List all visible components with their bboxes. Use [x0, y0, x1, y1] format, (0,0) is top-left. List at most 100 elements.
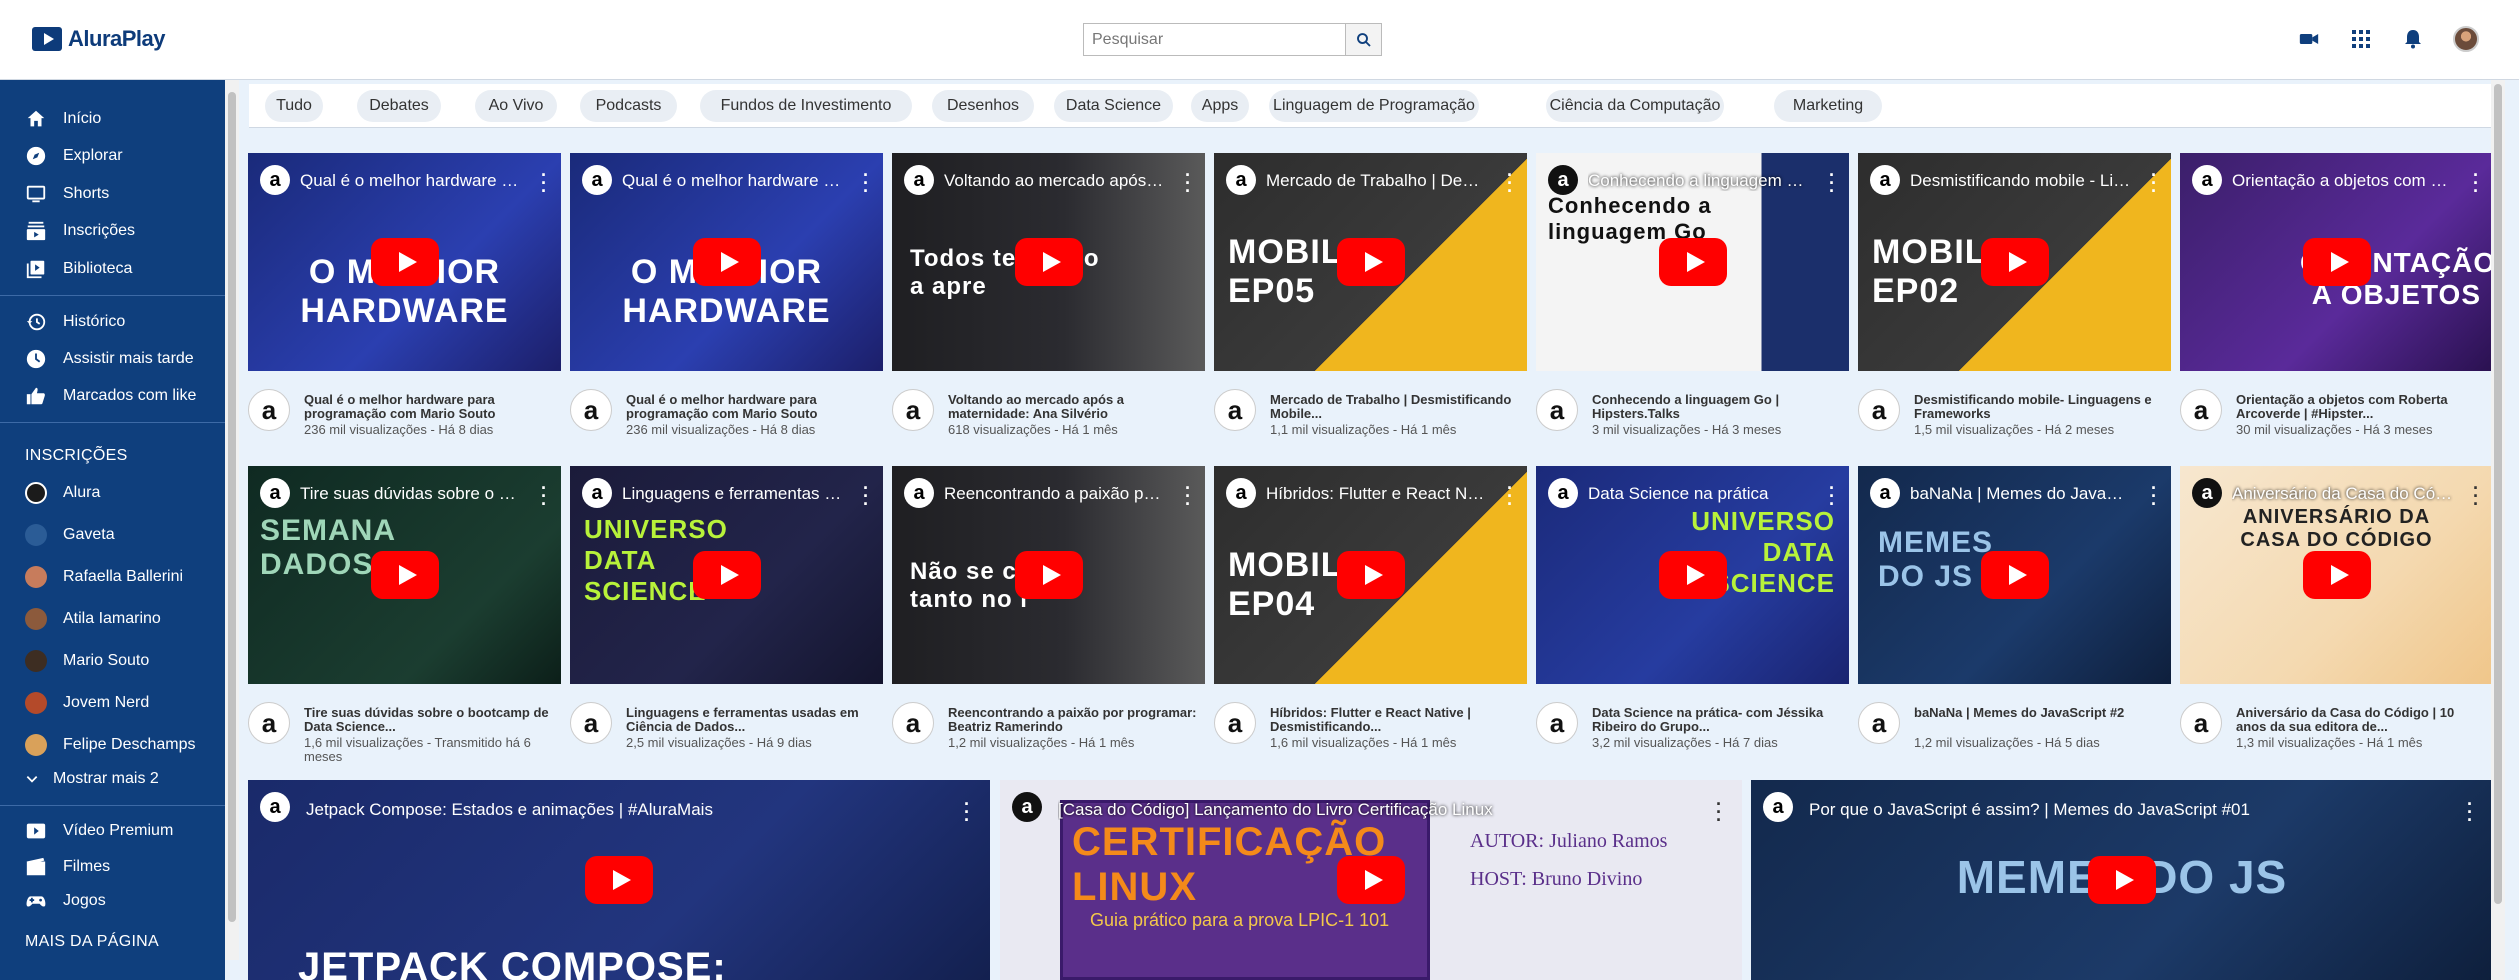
subscription-jovem-nerd[interactable]: Jovem Nerd [25, 692, 149, 714]
chip-debates[interactable]: Debates [357, 90, 441, 122]
video-card[interactable]: Todos tem algo a apre a Voltando ao merc… [892, 153, 1205, 463]
video-card[interactable]: MOBILE EP04 a Híbridos: Flutter e React … [1214, 466, 1527, 776]
video-card[interactable]: ANIVERSÁRIO DA CASA DO CÓDIGO a Aniversá… [2180, 466, 2493, 776]
user-avatar[interactable] [2453, 26, 2479, 52]
subscription-atila-iamarino[interactable]: Atila Iamarino [25, 608, 161, 630]
video-thumbnail[interactable]: UNIVERSO DATA SCIENCE a Data Science na … [1536, 466, 1849, 684]
channel-avatar[interactable]: a [570, 389, 612, 431]
play-icon[interactable] [1980, 238, 2049, 286]
more-options-icon[interactable]: · · · [2151, 166, 2157, 200]
more-options-icon[interactable]: · · · [1829, 479, 1835, 513]
show-more-button[interactable]: Mostrar mais 2 [25, 770, 159, 788]
video-title[interactable]: Qual é o melhor hardware para programaçã… [304, 393, 554, 421]
video-thumbnail[interactable]: MEMES DO JS a baNaNa | Memes do JavaScri… [1858, 466, 2171, 684]
video-title[interactable]: Híbridos: Flutter e React Native | Desmi… [1270, 706, 1520, 734]
sidebar-item-jogos[interactable]: Jogos [25, 890, 106, 912]
more-options-icon[interactable]: · · · [541, 166, 547, 200]
more-options-icon[interactable]: · · · [964, 795, 970, 829]
apps-grid-icon[interactable] [2349, 27, 2373, 51]
chip-linguagem-de-programacao[interactable]: Linguagem de Programação [1269, 90, 1479, 122]
video-thumbnail-wide[interactable]: MEMES DO JS a Por que o JavaScript é ass… [1751, 780, 2493, 980]
more-options-icon[interactable]: · · · [2473, 479, 2479, 513]
video-card[interactable]: SEMANA DADOS a Tire suas dúvidas sobre o… [248, 466, 561, 776]
video-thumbnail[interactable]: MOBILE EP05 a Mercado de Trabalho | Desm… [1214, 153, 1527, 371]
more-options-icon[interactable]: · · · [2467, 795, 2473, 829]
video-title[interactable]: baNaNa | Memes do JavaScript #2 [1914, 706, 2164, 720]
video-thumbnail[interactable]: SEMANA DADOS a Tire suas dúvidas sobre o… [248, 466, 561, 684]
sidebar-scrollbar[interactable] [225, 80, 239, 960]
more-options-icon[interactable]: · · · [1185, 166, 1191, 200]
video-title[interactable]: Orientação a objetos com Roberta Arcover… [2236, 393, 2486, 421]
video-title[interactable]: Aniversário da Casa do Código | 10 anos … [2236, 706, 2486, 734]
more-options-icon[interactable]: · · · [863, 166, 869, 200]
play-icon[interactable] [1337, 856, 1405, 904]
sidebar-item-assistir-mais-tarde[interactable]: Assistir mais tarde [25, 348, 194, 370]
play-icon[interactable] [370, 551, 439, 599]
video-card[interactable]: O MELHOR HARDWARE a Qual é o melhor hard… [248, 153, 561, 463]
channel-avatar[interactable]: a [2180, 389, 2222, 431]
more-options-icon[interactable]: · · · [863, 479, 869, 513]
chip-podcasts[interactable]: Podcasts [580, 90, 677, 122]
channel-avatar[interactable]: a [1858, 702, 1900, 744]
more-options-icon[interactable]: · · · [1185, 479, 1191, 513]
sidebar-item-marcados-com-like[interactable]: Marcados com like [25, 385, 196, 407]
chip-apps[interactable]: Apps [1191, 90, 1249, 122]
chip-data-science[interactable]: Data Science [1054, 90, 1173, 122]
video-thumbnail[interactable]: ORIENTAÇÃO A OBJETOS a Orientação a obje… [2180, 153, 2493, 371]
play-icon[interactable] [1658, 238, 1727, 286]
more-options-icon[interactable]: · · · [1507, 479, 1513, 513]
channel-avatar[interactable]: a [1536, 389, 1578, 431]
video-title[interactable]: Data Science na prática- com Jéssika Rib… [1592, 706, 1842, 734]
chip-ciencia-da-computacao[interactable]: Ciência da Computação [1546, 90, 1724, 122]
subscription-rafaella-ballerini[interactable]: Rafaella Ballerini [25, 566, 183, 588]
play-icon[interactable] [1658, 551, 1727, 599]
video-card[interactable]: O MELHOR HARDWARE a Qual é o melhor hard… [570, 153, 883, 463]
logo[interactable]: AluraPlay [32, 26, 166, 52]
sidebar-item-explorar[interactable]: Explorar [25, 145, 123, 167]
channel-avatar[interactable]: a [1858, 389, 1900, 431]
subscription-alura[interactable]: Alura [25, 482, 100, 504]
play-icon[interactable] [1014, 551, 1083, 599]
channel-avatar[interactable]: a [892, 702, 934, 744]
video-title[interactable]: Reencontrando a paixão por programar: Be… [948, 706, 1198, 734]
video-card[interactable]: MOBILE EP05 a Mercado de Trabalho | Desm… [1214, 153, 1527, 463]
play-icon[interactable] [2088, 856, 2156, 904]
channel-avatar[interactable]: a [1214, 389, 1256, 431]
channel-avatar[interactable]: a [248, 702, 290, 744]
search-input[interactable] [1083, 23, 1345, 56]
create-video-icon[interactable] [2297, 27, 2321, 51]
video-thumbnail[interactable]: O MELHOR HARDWARE a Qual é o melhor hard… [570, 153, 883, 371]
more-options-icon[interactable]: · · · [2151, 479, 2157, 513]
channel-avatar[interactable]: a [248, 389, 290, 431]
play-icon[interactable] [692, 238, 761, 286]
play-icon[interactable] [1980, 551, 2049, 599]
more-options-icon[interactable]: · · · [2473, 166, 2479, 200]
video-card[interactable]: Conhecendo a linguagem Go a Conhecendo a… [1536, 153, 1849, 463]
video-thumbnail[interactable]: O MELHOR HARDWARE a Qual é o melhor hard… [248, 153, 561, 371]
video-thumbnail-wide[interactable]: JETPACK COMPOSE: a Jetpack Compose: Esta… [248, 780, 990, 980]
main-scrollbar[interactable] [2491, 80, 2505, 980]
play-icon[interactable] [2302, 551, 2371, 599]
video-title[interactable]: Tire suas dúvidas sobre o bootcamp de Da… [304, 706, 554, 734]
chip-ao-vivo[interactable]: Ao Vivo [475, 90, 557, 122]
play-icon[interactable] [1336, 551, 1405, 599]
sidebar-item-inscricoes[interactable]: Inscrições [25, 220, 135, 242]
video-card[interactable]: UNIVERSO DATA SCIENCE a Data Science na … [1536, 466, 1849, 776]
video-card[interactable]: UNIVERSO DATA SCIENCE a Linguagens e fer… [570, 466, 883, 776]
sidebar-item-biblioteca[interactable]: Biblioteca [25, 258, 132, 280]
play-icon[interactable] [2302, 238, 2371, 286]
more-options-icon[interactable]: · · · [1507, 166, 1513, 200]
channel-avatar[interactable]: a [570, 702, 612, 744]
video-thumbnail[interactable]: ANIVERSÁRIO DA CASA DO CÓDIGO a Aniversá… [2180, 466, 2493, 684]
video-title[interactable]: Desmistificando mobile- Linguagens e Fra… [1914, 393, 2164, 421]
video-title[interactable]: Conhecendo a linguagem Go | Hipsters.Tal… [1592, 393, 1842, 421]
video-card[interactable]: ORIENTAÇÃO A OBJETOS a Orientação a obje… [2180, 153, 2493, 463]
chip-marketing[interactable]: Marketing [1774, 90, 1882, 122]
more-options-icon[interactable]: · · · [1829, 166, 1835, 200]
sidebar-item-inicio[interactable]: Início [25, 108, 101, 130]
video-title[interactable]: Linguagens e ferramentas usadas em Ciênc… [626, 706, 876, 734]
video-thumbnail[interactable]: UNIVERSO DATA SCIENCE a Linguagens e fer… [570, 466, 883, 684]
channel-avatar[interactable]: a [2180, 702, 2222, 744]
search-button[interactable] [1345, 23, 1382, 56]
video-thumbnail[interactable]: MOBILE EP02 a Desmistificando mobile - L… [1858, 153, 2171, 371]
